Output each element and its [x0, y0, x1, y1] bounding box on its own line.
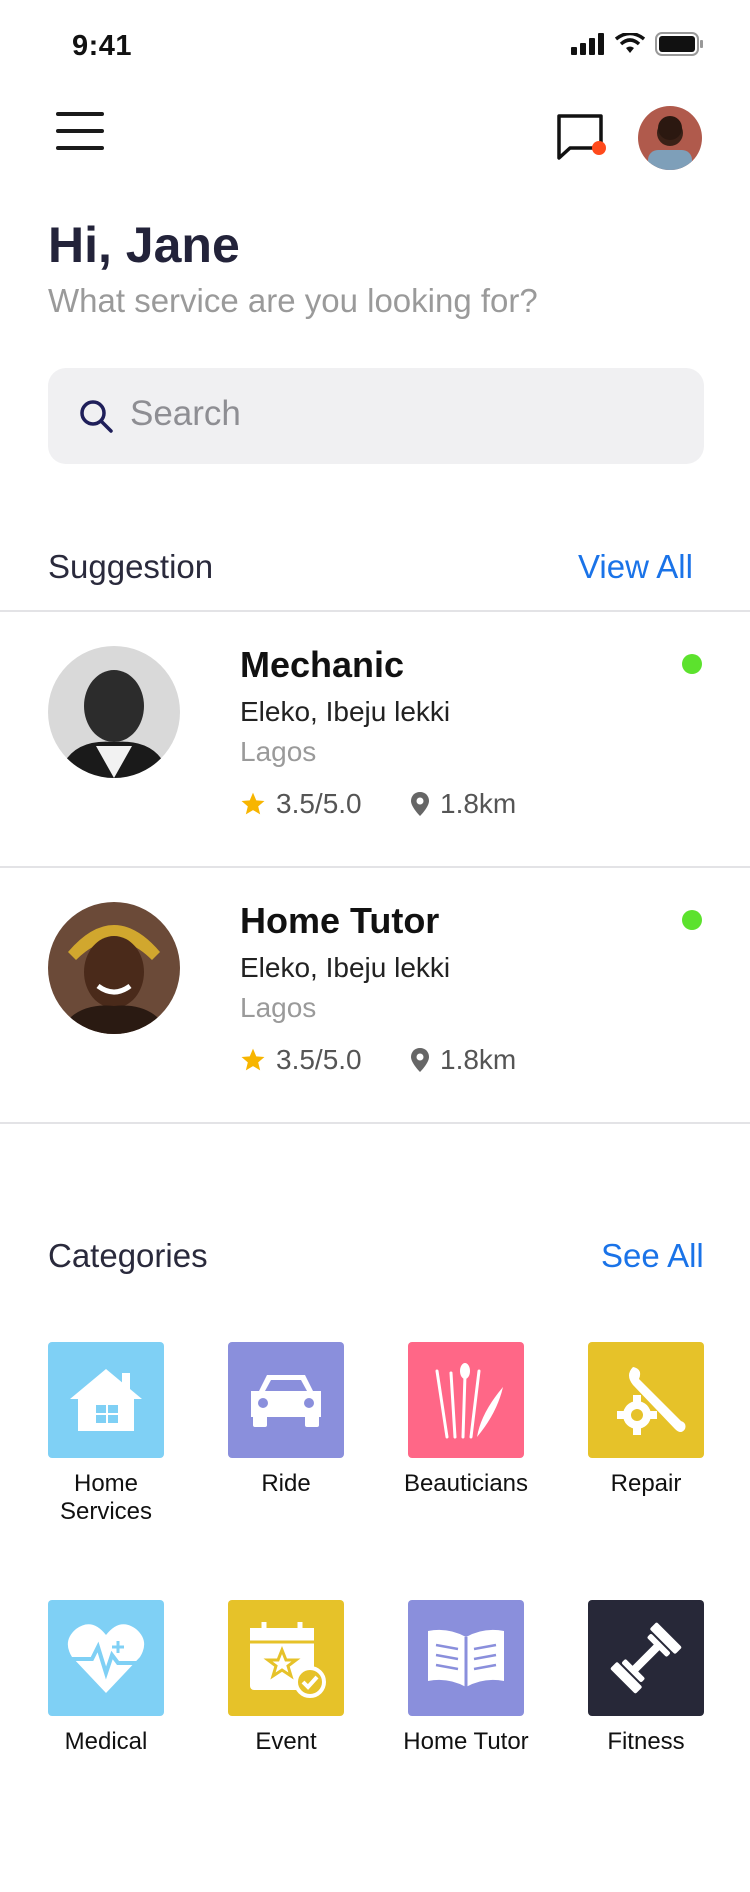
- category-label: Medical: [64, 1728, 148, 1755]
- distance-value: 1.8km: [440, 1044, 517, 1075]
- view-all-link[interactable]: View All: [578, 548, 693, 586]
- category-ride[interactable]: Ride: [228, 1342, 344, 1498]
- category-label: Ride: [261, 1470, 311, 1497]
- chat-icon: [557, 114, 606, 160]
- provider-address: Eleko, Ibeju lekki: [240, 952, 451, 983]
- search-icon: [80, 400, 113, 433]
- calendar-star-icon: [228, 1600, 344, 1716]
- star-icon: [241, 1048, 265, 1071]
- provider-photo: [48, 646, 180, 778]
- category-home-services[interactable]: Home Services: [48, 1342, 164, 1526]
- heart-pulse-icon: [48, 1600, 164, 1716]
- search-placeholder: Search: [130, 394, 241, 433]
- status-icons: [571, 32, 705, 56]
- search-input[interactable]: Search: [48, 368, 704, 464]
- wrench-gear-icon: [588, 1342, 704, 1458]
- provider-address: Eleko, Ibeju lekki: [240, 696, 451, 727]
- online-status-dot: [682, 910, 702, 930]
- categories-title: Categories: [48, 1237, 208, 1274]
- category-label: Beauticians: [403, 1470, 529, 1497]
- provider-photo: [48, 902, 180, 1034]
- online-status-dot: [682, 654, 702, 674]
- category-label: Repair: [610, 1470, 682, 1497]
- provider-distance: 1.8km: [410, 1044, 516, 1076]
- provider-rating: 3.5/5.0: [240, 1044, 362, 1076]
- battery-icon: [655, 32, 703, 56]
- rating-value: 3.5/5.0: [276, 1044, 362, 1075]
- category-event[interactable]: Event: [228, 1600, 344, 1756]
- provider-distance: 1.8km: [410, 788, 516, 820]
- category-label: Home Services: [59, 1470, 153, 1525]
- status-time: 9:41: [72, 30, 133, 62]
- category-fitness[interactable]: Fitness: [588, 1600, 704, 1756]
- category-home-tutor[interactable]: Home Tutor: [403, 1600, 529, 1756]
- wifi-icon: [615, 33, 645, 53]
- category-medical[interactable]: Medical: [48, 1600, 164, 1756]
- menu-icon[interactable]: [56, 112, 104, 152]
- dumbbell-icon: [588, 1600, 704, 1716]
- star-icon: [241, 792, 265, 815]
- provider-city: Lagos: [240, 736, 317, 767]
- rating-value: 3.5/5.0: [276, 788, 362, 819]
- see-all-link[interactable]: See All: [601, 1237, 704, 1275]
- provider-city: Lagos: [240, 992, 317, 1023]
- provider-rating: 3.5/5.0: [240, 788, 362, 820]
- suggestion-card-home-tutor[interactable]: Home Tutor Eleko, Ibeju lekki Lagos 3.5/…: [0, 868, 750, 1122]
- category-beauticians[interactable]: Beauticians: [404, 1342, 528, 1498]
- open-book-icon: [408, 1600, 524, 1716]
- signal-icon: [571, 33, 604, 55]
- suggestion-card-mechanic[interactable]: Mechanic Eleko, Ibeju lekki Lagos 3.5/5.…: [0, 612, 750, 866]
- greeting-subtitle: What service are you looking for?: [48, 282, 538, 319]
- provider-title: Mechanic: [240, 644, 405, 685]
- location-pin-icon: [411, 792, 429, 816]
- divider: [0, 1122, 750, 1124]
- greeting-title: Hi, Jane: [48, 217, 240, 273]
- messages-button[interactable]: [556, 112, 608, 164]
- category-label: Home Tutor: [403, 1728, 529, 1755]
- car-icon: [228, 1342, 344, 1458]
- category-repair[interactable]: Repair: [588, 1342, 704, 1498]
- category-label: Event: [255, 1728, 317, 1755]
- brushes-icon: [408, 1342, 524, 1458]
- provider-title: Home Tutor: [240, 900, 440, 941]
- location-pin-icon: [411, 1048, 429, 1072]
- distance-value: 1.8km: [440, 788, 517, 819]
- profile-avatar[interactable]: [638, 106, 702, 170]
- category-label: Fitness: [607, 1728, 685, 1755]
- house-icon: [48, 1342, 164, 1458]
- suggestion-title: Suggestion: [48, 548, 214, 585]
